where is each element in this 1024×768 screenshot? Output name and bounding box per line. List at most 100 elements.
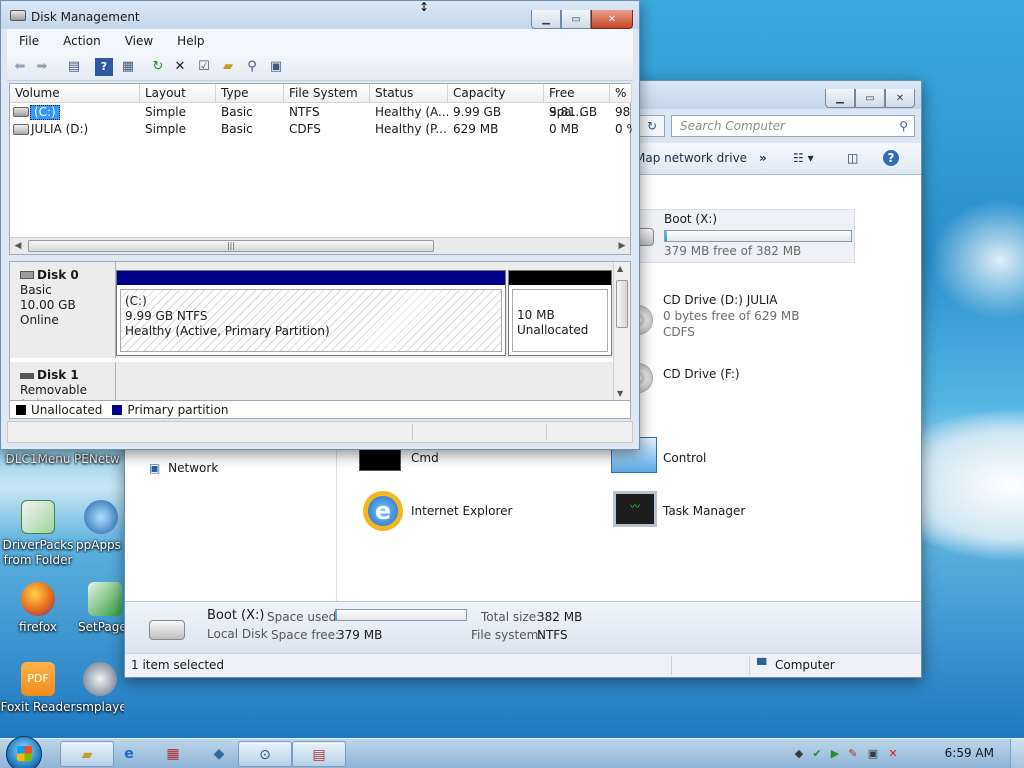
desktop-icon-setpage[interactable]: SetPage	[78, 582, 124, 635]
drive-tile-boot[interactable]: Boot (X:) 379 MB free of 382 MB	[618, 209, 855, 263]
taskbar-disk-management-button[interactable]: ▤	[292, 741, 346, 767]
scroll-left-icon[interactable]: ◀	[10, 238, 26, 254]
back-icon[interactable]: ⬅	[11, 58, 29, 76]
start-button[interactable]	[6, 736, 42, 768]
show-desktop-button[interactable]	[1010, 739, 1024, 768]
tray-icon[interactable]: ▶	[828, 747, 842, 761]
minimize-button[interactable]: ▁	[825, 89, 855, 108]
open-icon[interactable]: ▰	[219, 58, 237, 76]
nav-item-network[interactable]: ▣ Network	[149, 461, 218, 475]
column-header-free-space[interactable]: Free Spa...	[544, 84, 610, 119]
show-action-pane-icon[interactable]: ▦	[119, 58, 137, 76]
partition-body: 10 MB Unallocated	[512, 289, 608, 352]
clock[interactable]: 6:59 AM	[945, 746, 994, 760]
desktop-icon-label: DLC1Menu	[5, 452, 71, 466]
disk-1-label[interactable]: Disk 1 Removable (E:)	[10, 362, 116, 400]
help-icon[interactable]: ?	[883, 150, 899, 166]
vertical-scrollbar[interactable]: ▲ ▼	[613, 262, 630, 400]
cell-layout: Simple	[145, 122, 186, 136]
column-header-volume[interactable]: Volume	[10, 84, 140, 103]
drive-tile-cd-f[interactable]: CD Drive (F:)	[623, 363, 851, 403]
scroll-right-icon[interactable]: ▶	[614, 238, 630, 254]
disk-management-icon: ▤	[312, 747, 326, 763]
legend-swatch-unallocated	[16, 404, 26, 415]
volume-muted-icon[interactable]: ✕	[886, 747, 900, 761]
app-task-manager[interactable]: 〰 Task Manager	[611, 491, 811, 531]
show-hide-tree-icon[interactable]: ▤	[65, 58, 83, 76]
scroll-down-icon[interactable]: ▼	[617, 389, 623, 398]
tray-icon[interactable]: ▣	[866, 747, 880, 761]
scroll-thumb[interactable]	[616, 280, 628, 328]
menu-view[interactable]: View	[113, 34, 165, 48]
app-internet-explorer[interactable]: e Internet Explorer	[359, 491, 559, 531]
close-button[interactable]: ✕	[885, 89, 915, 108]
drive-tile-cd-d[interactable]: CD Drive (D:) JULIA 0 bytes free of 629 …	[623, 293, 851, 349]
scroll-thumb[interactable]: |||	[28, 240, 434, 252]
disk-0-label[interactable]: Disk 0 Basic 10.00 GB Online	[10, 262, 116, 358]
search-input[interactable]: Search Computer ⚲	[671, 115, 915, 137]
drive-filesystem: CDFS	[663, 325, 695, 339]
app-label: Control	[663, 451, 707, 465]
delete-icon[interactable]: ✕	[171, 58, 189, 76]
scroll-up-icon[interactable]: ▲	[617, 264, 623, 273]
column-header-percent-free[interactable]: % F	[610, 84, 632, 103]
network-icon: ▣	[149, 461, 161, 475]
menu-help[interactable]: Help	[165, 34, 216, 48]
more-commands-button[interactable]: »	[759, 151, 767, 165]
close-button[interactable]: ✕	[591, 10, 633, 29]
column-header-file-system[interactable]: File System	[284, 84, 370, 103]
drive-name: Boot (X:)	[664, 212, 718, 226]
map-network-drive-button[interactable]: Map network drive	[635, 151, 747, 165]
table-row[interactable]: JULIA (D:) Simple Basic CDFS Healthy (P.…	[10, 121, 632, 138]
horizontal-scrollbar[interactable]: ◀ ||| ▶	[10, 237, 630, 254]
cell-percent-free: 98	[615, 105, 631, 119]
desktop-icon-foxit-reader[interactable]: PDF Foxit Reader	[0, 662, 76, 715]
refresh-icon[interactable]: ↻	[149, 58, 167, 76]
desktop-icon-label: DriverPacks from Folder	[2, 538, 74, 567]
cell-status: Healthy (A...	[375, 105, 448, 119]
taskbar-app-button[interactable]: ⊙	[238, 741, 292, 767]
space-free-label: Space free:	[271, 628, 340, 642]
column-header-capacity[interactable]: Capacity	[448, 84, 544, 103]
status-divider	[749, 656, 750, 675]
desktop-icon-smplayer[interactable]: smplayer	[76, 662, 124, 715]
tray-icon[interactable]: ✔	[810, 747, 824, 761]
explore-icon[interactable]: ⚲	[243, 58, 261, 76]
app-control[interactable]: Control	[611, 437, 811, 473]
maximize-button[interactable]: ▭	[855, 89, 885, 108]
legend: Unallocated Primary partition	[9, 401, 631, 419]
usage-fill	[336, 610, 338, 620]
menu-action[interactable]: Action	[51, 34, 113, 48]
help-icon[interactable]: ?	[95, 58, 113, 76]
desktop-icon-dlc1menu[interactable]: DLC1Menu	[0, 452, 76, 467]
partition-size: 10 MB	[517, 308, 555, 322]
desktop-icon-label: PENetw	[74, 452, 120, 466]
tray-icon[interactable]: ◆	[792, 747, 806, 761]
disk-icon	[20, 373, 34, 379]
partition-status: Unallocated	[517, 323, 589, 337]
desktop-icon-driverpacks[interactable]: DriverPacks from Folder	[0, 500, 76, 568]
table-row[interactable]: (C:) Simple Basic NTFS Healthy (A... 9.9…	[10, 104, 630, 121]
column-header-status[interactable]: Status	[370, 84, 448, 103]
desktop-icon-ppapps[interactable]: ppApps	[76, 500, 124, 553]
view-icon[interactable]: ▣	[267, 58, 285, 76]
file-system-label: File system:	[471, 628, 543, 642]
tray-icon[interactable]: ✎	[846, 747, 860, 761]
column-header-layout[interactable]: Layout	[140, 84, 216, 103]
desktop-icon-penetw[interactable]: PENetw	[74, 452, 124, 467]
preview-pane-icon[interactable]: ◫	[847, 151, 858, 165]
partition-unallocated[interactable]: 10 MB Unallocated	[508, 270, 612, 356]
column-header-type[interactable]: Type	[216, 84, 284, 103]
computer-icon: ▀	[757, 658, 767, 672]
drive-free-text: 379 MB free of 382 MB	[664, 244, 802, 258]
properties-icon[interactable]: ☑	[195, 58, 213, 76]
desktop-icon-firefox[interactable]: firefox	[0, 582, 76, 635]
maximize-button[interactable]: ▭	[561, 10, 591, 29]
partition-c[interactable]: (C:) 9.99 GB NTFS Healthy (Active, Prima…	[116, 270, 506, 356]
refresh-button[interactable]: ↻	[639, 115, 665, 137]
forward-icon[interactable]: ➡	[33, 58, 51, 76]
minimize-button[interactable]: ▁	[531, 10, 561, 29]
menu-file[interactable]: File	[7, 34, 51, 48]
app-label: Cmd	[411, 451, 439, 465]
change-view-icon[interactable]: ☷ ▾	[793, 151, 814, 165]
